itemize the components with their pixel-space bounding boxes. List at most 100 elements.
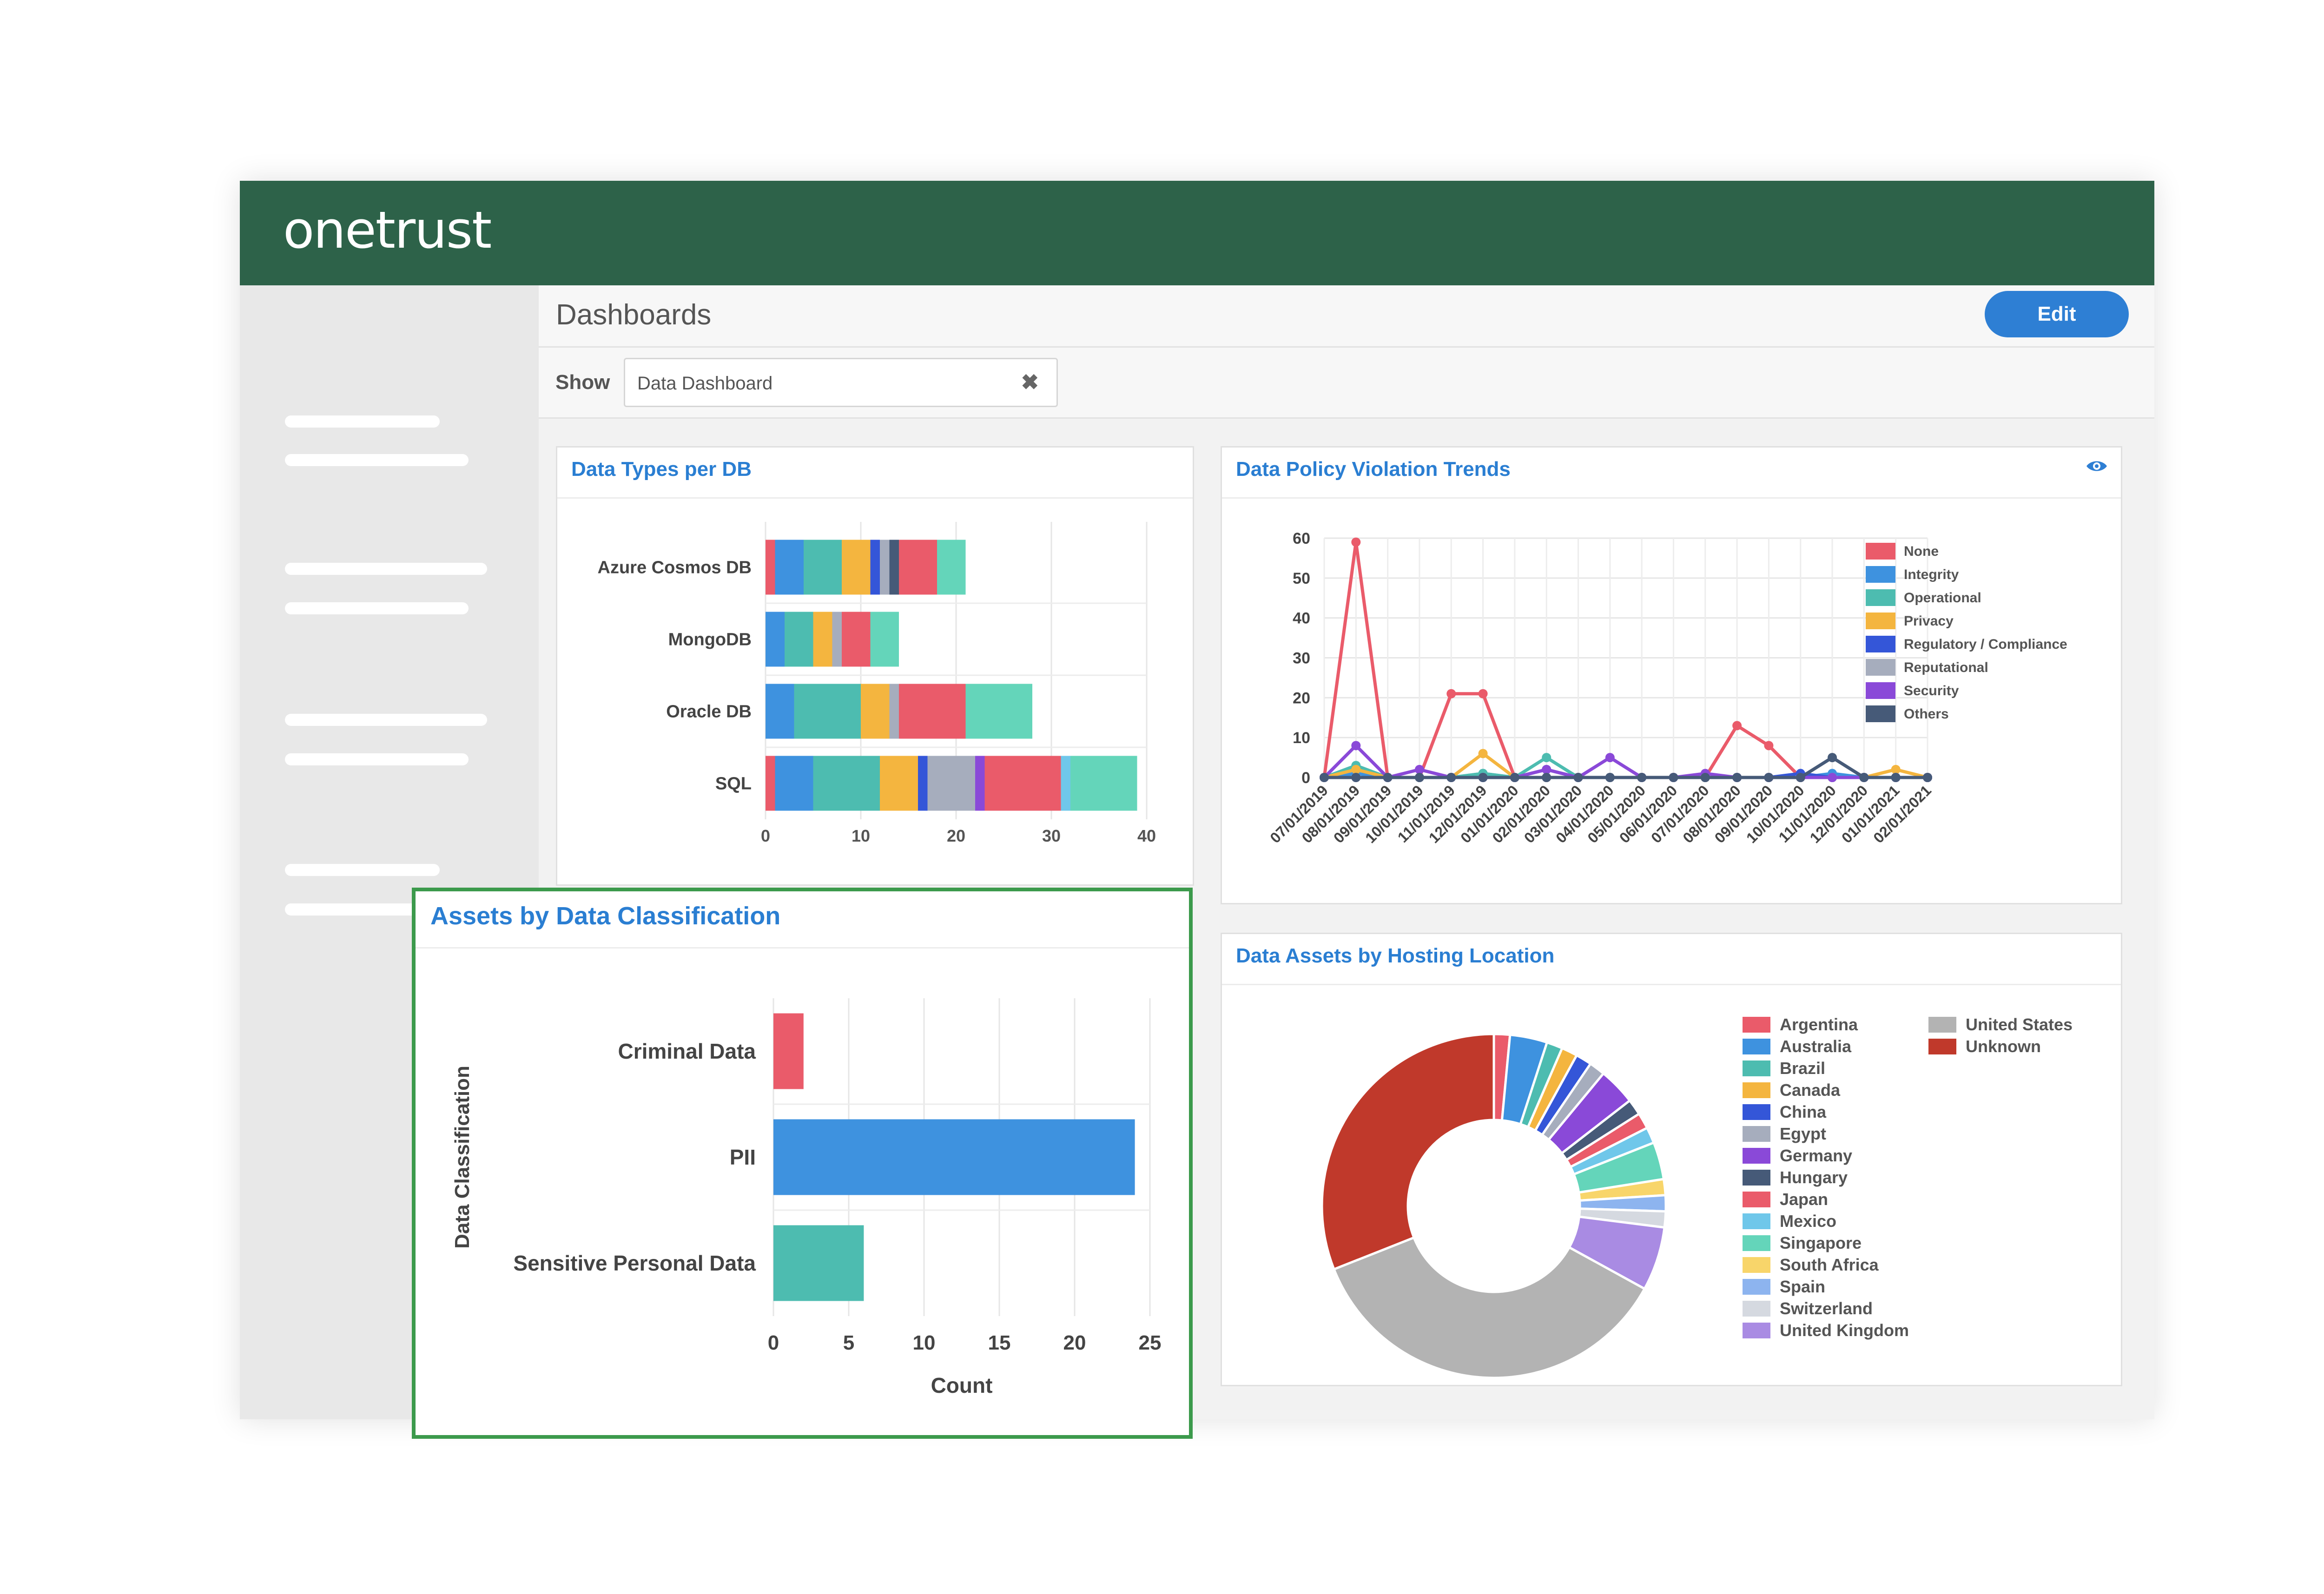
eye-icon[interactable] [2086,459,2108,474]
legend-label: Mexico [1780,1212,1836,1231]
sidebar-item[interactable] [285,714,487,726]
data-point [1891,764,1901,774]
y-tick-label: 40 [1293,610,1310,627]
bar-segment [832,612,842,667]
line-chart: 010203040506007/01/201908/01/201909/01/2… [1267,530,2067,846]
x-axis-label: Count [931,1373,993,1397]
card-title: Data Assets by Hosting Location [1236,944,1555,967]
legend-label: None [1904,544,1939,559]
data-point [1828,773,1837,782]
data-point [1478,749,1488,758]
x-tick-label: 15 [988,1331,1011,1354]
legend-label: Integrity [1904,567,1959,582]
page-header: Dashboards Edit [539,285,2154,348]
y-tick-label: 50 [1293,570,1310,587]
data-point [1478,689,1488,698]
y-tick-label: 30 [1293,650,1310,667]
data-point [1542,753,1552,763]
bar-segment [842,612,871,667]
data-point [1414,773,1424,782]
bar-segment [775,540,804,595]
legend-label: United States [1966,1015,2073,1034]
data-point [1542,764,1552,774]
data-point [1923,773,1932,782]
data-point [1669,773,1678,782]
bar [773,1225,864,1301]
card-hosting-location: Data Assets by Hosting Location Argentin… [1221,933,2122,1386]
bar-segment [766,540,775,595]
legend-swatch [1866,613,1895,629]
x-tick-label: 30 [1042,826,1061,845]
x-tick-label: 10 [852,826,870,845]
y-tick-label: 0 [1301,769,1310,787]
bar-segment [766,684,794,739]
edit-button[interactable]: Edit [1985,291,2129,337]
bar-segment [1070,756,1137,811]
bar-segment [766,612,785,667]
classification-bar-chart: 0 5 10 15 20 25 Criminal Data PII Sensitive Pers… [451,998,1162,1397]
legend-label: Unknown [1966,1037,2041,1056]
y-tick-label: MongoDB [668,630,752,650]
legend-swatch [1743,1213,1770,1229]
y-tick-label: 60 [1293,530,1310,547]
card-assets-by-classification: Assets by Data Classification 0 5 10 15 20 25… [412,888,1193,1439]
sidebar-item[interactable] [285,602,469,614]
x-tick-label: 40 [1137,826,1156,845]
sidebar-item[interactable] [285,753,469,765]
legend-swatch [1743,1279,1770,1295]
sidebar-item[interactable] [285,864,440,876]
sidebar-item[interactable] [285,415,440,428]
legend-label: Operational [1904,590,1981,606]
page-title: Dashboards [556,299,712,331]
bar [773,1013,804,1089]
x-tick-label: 20 [1063,1331,1086,1354]
data-point [1351,741,1361,751]
y-tick-label: Oracle DB [666,702,752,722]
donut-chart: Argentina Australia Brazil Canada China Egypt… [1320,1015,2073,1379]
legend-label: Australia [1780,1037,1852,1056]
data-point [1891,773,1901,782]
bar-segment [1061,756,1070,811]
legend-label: Hungary [1780,1168,1848,1187]
onetrust-logo[interactable]: onetrust [283,200,492,260]
legend-label: Argentina [1780,1015,1858,1034]
data-point [1859,773,1869,782]
legend-label: Reputational [1904,660,1988,675]
bar-segment [889,684,899,739]
x-tick-label: 20 [947,826,965,845]
y-tick-label: Azure Cosmos DB [598,558,752,578]
stacked-bar-chart: 0 10 20 30 40 Azure Cosmos DB MongoDB Oracle DB… [598,522,1156,845]
data-point [1732,721,1742,731]
data-point [1446,773,1456,782]
data-point [1605,773,1615,782]
legend-swatch [1866,705,1895,722]
sidebar-item[interactable] [285,563,487,575]
bar-segment [984,756,1061,811]
legend-label: Canada [1780,1080,1841,1100]
legend-label: Regulatory / Compliance [1904,637,2067,652]
legend-label: United Kingdom [1780,1321,1909,1340]
data-point [1637,773,1647,782]
bar-segment [842,540,871,595]
bar-segment [889,540,899,595]
legend-label: Japan [1780,1190,1828,1209]
bar [773,1119,1135,1195]
legend-swatch [1866,543,1895,560]
bar-segment [766,756,775,811]
dashboard-select-value: Data Dashboard [637,373,773,394]
data-point [1828,753,1837,763]
data-point [1351,537,1361,547]
sidebar-item[interactable] [285,903,424,916]
x-tick-label: 25 [1139,1331,1162,1354]
show-label: Show [555,371,610,394]
close-icon[interactable]: ✖ [1021,369,1039,395]
sidebar-item[interactable] [285,454,469,466]
legend-swatch [1743,1082,1770,1098]
legend-label: Others [1904,706,1949,722]
legend-label: South Africa [1780,1255,1879,1274]
legend-swatch [1743,1039,1770,1054]
x-tick-label: 10 [913,1331,936,1354]
legend-label: Spain [1780,1277,1825,1296]
legend-swatch [1743,1017,1770,1033]
dashboard-select[interactable]: Data Dashboard ✖ [624,358,1058,407]
